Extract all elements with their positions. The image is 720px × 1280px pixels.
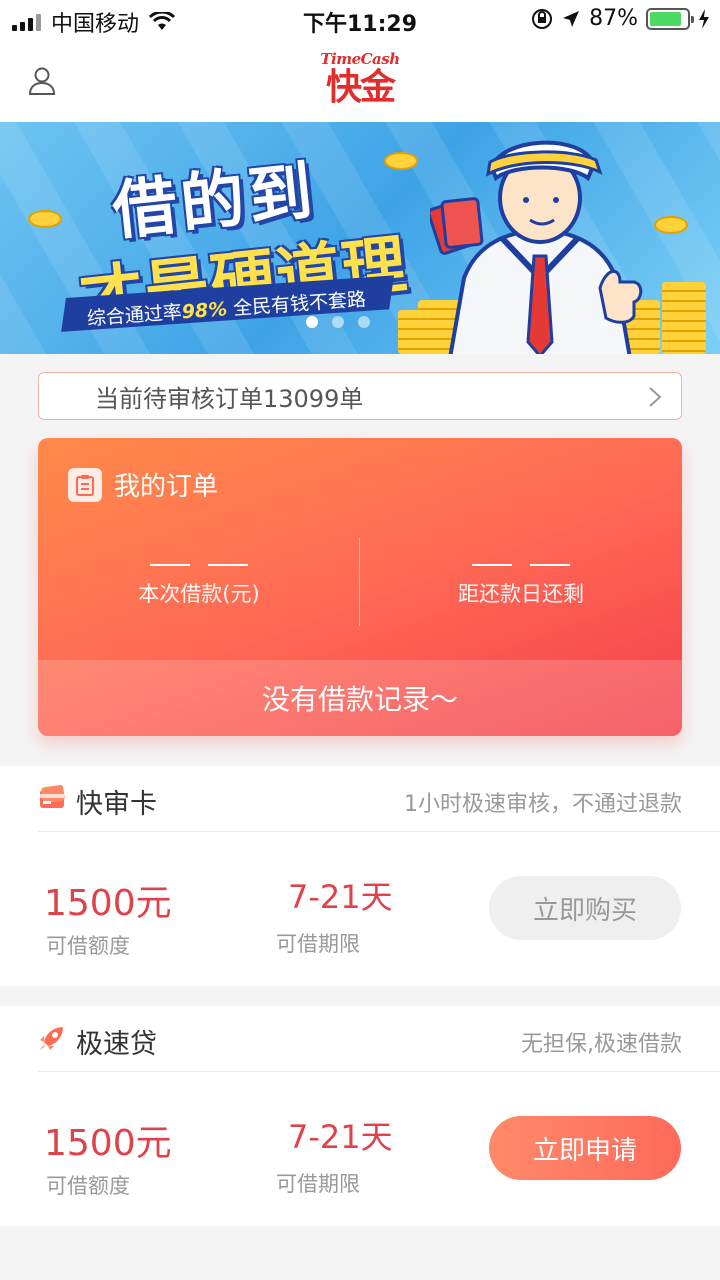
app-header: TimeCash 快金 [0,40,720,122]
loan-term: 7-21天 [288,1118,393,1156]
chevron-right-icon [649,387,662,407]
product-express-loan-card[interactable]: 极速贷 无担保,极速借款 1500元 可借额度 7-21天 可借期限 立即申请 [0,1006,720,1226]
logo-text-small: TimeCash [320,50,400,68]
product-name: 极速贷 [76,1029,157,1060]
banner-pagination[interactable] [306,316,370,328]
credit-amount-label: 可借额度 [46,1174,130,1198]
my-orders-card[interactable]: 我的订单 本次借款(元) 距还款日还剩 没有借款记录～ [38,438,682,736]
loan-amount-column: 本次借款(元) [38,564,360,608]
battery-fill [650,11,682,26]
credit-amount: 1500元 [44,883,172,924]
product-header: 极速贷 无担保,极速借款 [38,1006,720,1072]
banner-dot-1[interactable] [306,316,318,328]
rotation-lock-icon [532,8,553,29]
status-right: 87% [531,6,710,31]
loan-term: 7-21天 [288,878,393,916]
promo-banner[interactable]: 借的到 才是硬道理 综合通过率98% 全民有钱不套路 [0,122,720,354]
loan-amount-label: 本次借款(元) [138,582,260,606]
logo-text-big: 快金 [325,67,396,108]
product-description: 无担保,极速借款 [521,1032,682,1057]
due-days-label: 距还款日还剩 [458,582,584,606]
due-days-placeholder [360,564,682,566]
product-fast-review-card[interactable]: 快审卡 1小时极速审核，不通过退款 1500元 可借额度 7-21天 可借期限 … [0,766,720,986]
mascot-illustration [430,140,643,354]
loan-term-label: 可借期限 [276,932,360,956]
product-name: 快审卡 [76,789,157,820]
battery-icon [646,7,694,30]
slogan-rate: 98% [181,298,228,324]
user-icon[interactable] [28,66,56,96]
location-icon [563,10,580,27]
coin-icon [28,210,62,228]
battery-percent: 87% [589,6,638,31]
no-loan-record: 没有借款记录～ [38,660,682,736]
banner-dot-3[interactable] [358,316,370,328]
order-card-title: 我的订单 [114,472,219,502]
apply-now-button[interactable]: 立即申请 [489,1116,681,1180]
notice-text: 当前待审核订单13099单 [95,384,364,413]
loan-amount-placeholder [38,564,360,566]
order-card-header: 我的订单 [68,466,218,503]
coin-icon [384,152,418,170]
rocket-icon [40,1027,63,1050]
due-days-column: 距还款日还剩 [360,564,682,608]
credit-amount-label: 可借额度 [46,934,130,958]
card-icon [40,784,65,808]
status-bar: 中国移动 下午11:29 87% [0,0,720,40]
banner-dot-2[interactable] [332,316,344,328]
charging-icon [699,8,709,29]
buy-now-button[interactable]: 立即购买 [489,876,681,940]
clipboard-icon [68,467,102,502]
product-description: 1小时极速审核，不通过退款 [404,792,682,817]
pending-orders-notice[interactable]: 当前待审核订单13099单 [38,372,682,420]
credit-amount: 1500元 [44,1123,172,1164]
loan-term-label: 可借期限 [276,1172,360,1196]
product-header: 快审卡 1小时极速审核，不通过退款 [38,766,720,832]
app-logo: TimeCash 快金 [320,50,400,114]
